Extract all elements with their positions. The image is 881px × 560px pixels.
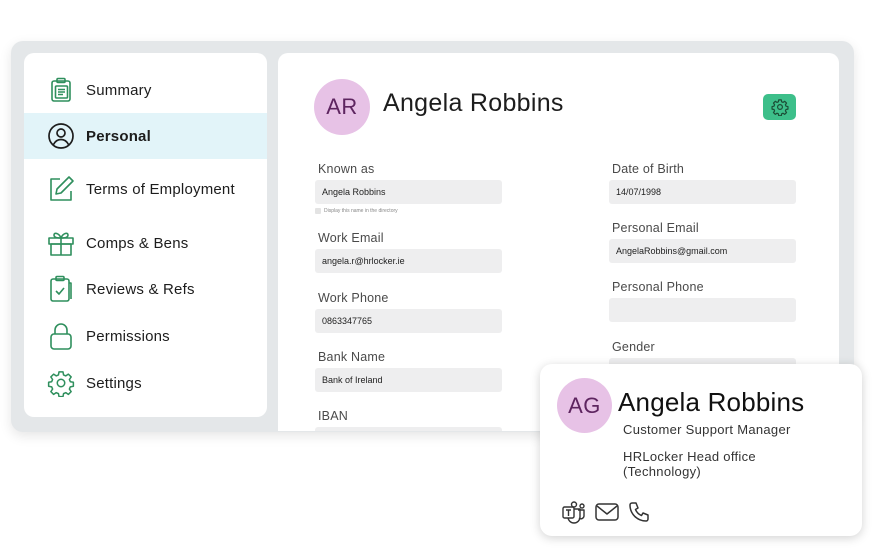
contact-actions (561, 500, 658, 524)
sidebar-item-label: Settings (86, 374, 142, 392)
card-name: Angela Robbins (618, 387, 805, 417)
bank-name-field[interactable]: Bank of Ireland (315, 368, 502, 392)
gift-icon (46, 228, 76, 258)
avatar: AR (314, 79, 370, 135)
directory-display-checkbox[interactable]: Display this name in the directory (315, 208, 398, 214)
user-circle-icon (46, 121, 76, 151)
sidebar-item-settings[interactable]: Settings (24, 360, 267, 406)
personal-phone-label: Personal Phone (612, 280, 704, 294)
card-office: HRLocker Head office (Technology) (623, 449, 756, 479)
page-title: Angela Robbins (383, 89, 564, 117)
sidebar-item-summary[interactable]: Summary (24, 67, 267, 113)
personal-phone-field[interactable] (609, 298, 796, 322)
gender-label: Gender (612, 340, 655, 354)
phone-icon[interactable] (627, 500, 651, 524)
known-as-field[interactable]: Angela Robbins (315, 180, 502, 204)
pencil-edit-icon (46, 174, 76, 204)
sidebar: Summary Personal Terms of Employment Com… (24, 53, 267, 417)
sidebar-item-label: Comps & Bens (86, 234, 189, 252)
personal-email-label: Personal Email (612, 221, 699, 235)
avatar: AG (557, 378, 612, 433)
work-phone-label: Work Phone (318, 291, 389, 305)
teams-icon[interactable] (561, 500, 587, 524)
gear-icon (770, 98, 789, 116)
sidebar-item-label: Permissions (86, 327, 170, 345)
checkbox-label: Display this name in the directory (324, 208, 398, 214)
work-email-label: Work Email (318, 231, 384, 245)
card-role: Customer Support Manager (623, 422, 791, 437)
known-as-label: Known as (318, 162, 375, 176)
gear-icon (46, 368, 76, 398)
sidebar-item-terms-of-employment[interactable]: Terms of Employment (24, 166, 267, 212)
sidebar-item-permissions[interactable]: Permissions (24, 313, 267, 359)
checkbox-icon (315, 208, 321, 214)
iban-field[interactable] (315, 427, 502, 431)
profile-card: AG Angela Robbins Customer Support Manag… (540, 364, 862, 536)
sidebar-item-label: Summary (86, 81, 152, 99)
date-of-birth-label: Date of Birth (612, 162, 685, 176)
sidebar-item-label: Personal (86, 127, 151, 145)
bank-name-label: Bank Name (318, 350, 386, 364)
sidebar-item-label: Terms of Employment (86, 180, 235, 198)
settings-button[interactable] (763, 94, 796, 120)
iban-label: IBAN (318, 409, 348, 423)
sidebar-item-personal[interactable]: Personal (24, 113, 267, 159)
clipboard-icon (46, 75, 76, 105)
sidebar-item-comps-bens[interactable]: Comps & Bens (24, 220, 267, 266)
personal-email-field[interactable]: AngelaRobbins@gmail.com (609, 239, 796, 263)
sidebar-item-reviews-refs[interactable]: Reviews & Refs (24, 266, 267, 312)
work-email-field[interactable]: angela.r@hrlocker.ie (315, 249, 502, 273)
work-phone-field[interactable]: 0863347765 (315, 309, 502, 333)
sidebar-item-label: Reviews & Refs (86, 280, 195, 298)
lock-icon (46, 321, 76, 351)
clipboard-check-icon (46, 274, 76, 304)
mail-icon[interactable] (594, 501, 620, 523)
date-of-birth-field[interactable]: 14/07/1998 (609, 180, 796, 204)
